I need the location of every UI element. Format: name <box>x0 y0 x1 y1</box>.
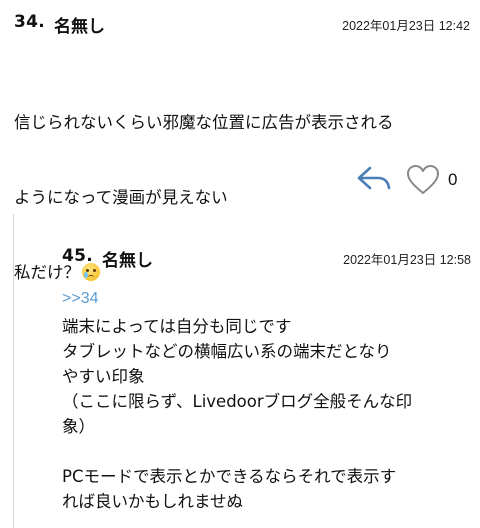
comment-line: 信じられないくらい邪魔な位置に広告が表示される <box>14 113 394 132</box>
like-button[interactable] <box>406 164 440 196</box>
reply-arrow-icon <box>357 166 391 190</box>
reply-button[interactable] <box>356 164 392 196</box>
comment-number: 34. <box>14 12 46 32</box>
heart-outline-icon <box>407 165 439 194</box>
reply-author: 名無し <box>102 251 153 271</box>
reply-header: 45. 名無し 2022年01月23日 12:58 <box>62 246 471 271</box>
reply-line: れば良いかもしれませぬ <box>62 492 244 511</box>
reply-line-blank <box>62 439 472 464</box>
like-count: 0 <box>448 170 458 189</box>
reply-line: （ここに限らず、Livedoorブログ全般そんな印 <box>62 392 413 411</box>
reply-number: 45. <box>62 246 94 266</box>
reply-anchor-link[interactable]: >>34 <box>62 290 98 308</box>
comment-author: 名無し <box>54 17 105 37</box>
reply-date: 2022年01月23日 12:58 <box>343 253 471 267</box>
reply-body: 端末によっては自分も同じです タブレットなどの横幅広い系の端末だとなり やすい印… <box>62 314 472 514</box>
reply-thread: 45. 名無し 2022年01月23日 12:58 >>34 端末によっては自分… <box>13 214 480 528</box>
reply-line: やすい印象 <box>62 367 145 386</box>
comment-date: 2022年01月23日 12:42 <box>342 19 470 33</box>
reply-line: タブレットなどの横幅広い系の端末だとなり <box>62 342 392 361</box>
comment-actions: 0 <box>340 164 470 198</box>
reply-line: PCモードで表示とかできるならそれで表示す <box>62 467 397 486</box>
reply-line: 端末によっては自分も同じです <box>62 317 292 336</box>
comment-header: 34. 名無し 2022年01月23日 12:42 <box>14 12 470 37</box>
reply-line: 象） <box>62 417 95 436</box>
